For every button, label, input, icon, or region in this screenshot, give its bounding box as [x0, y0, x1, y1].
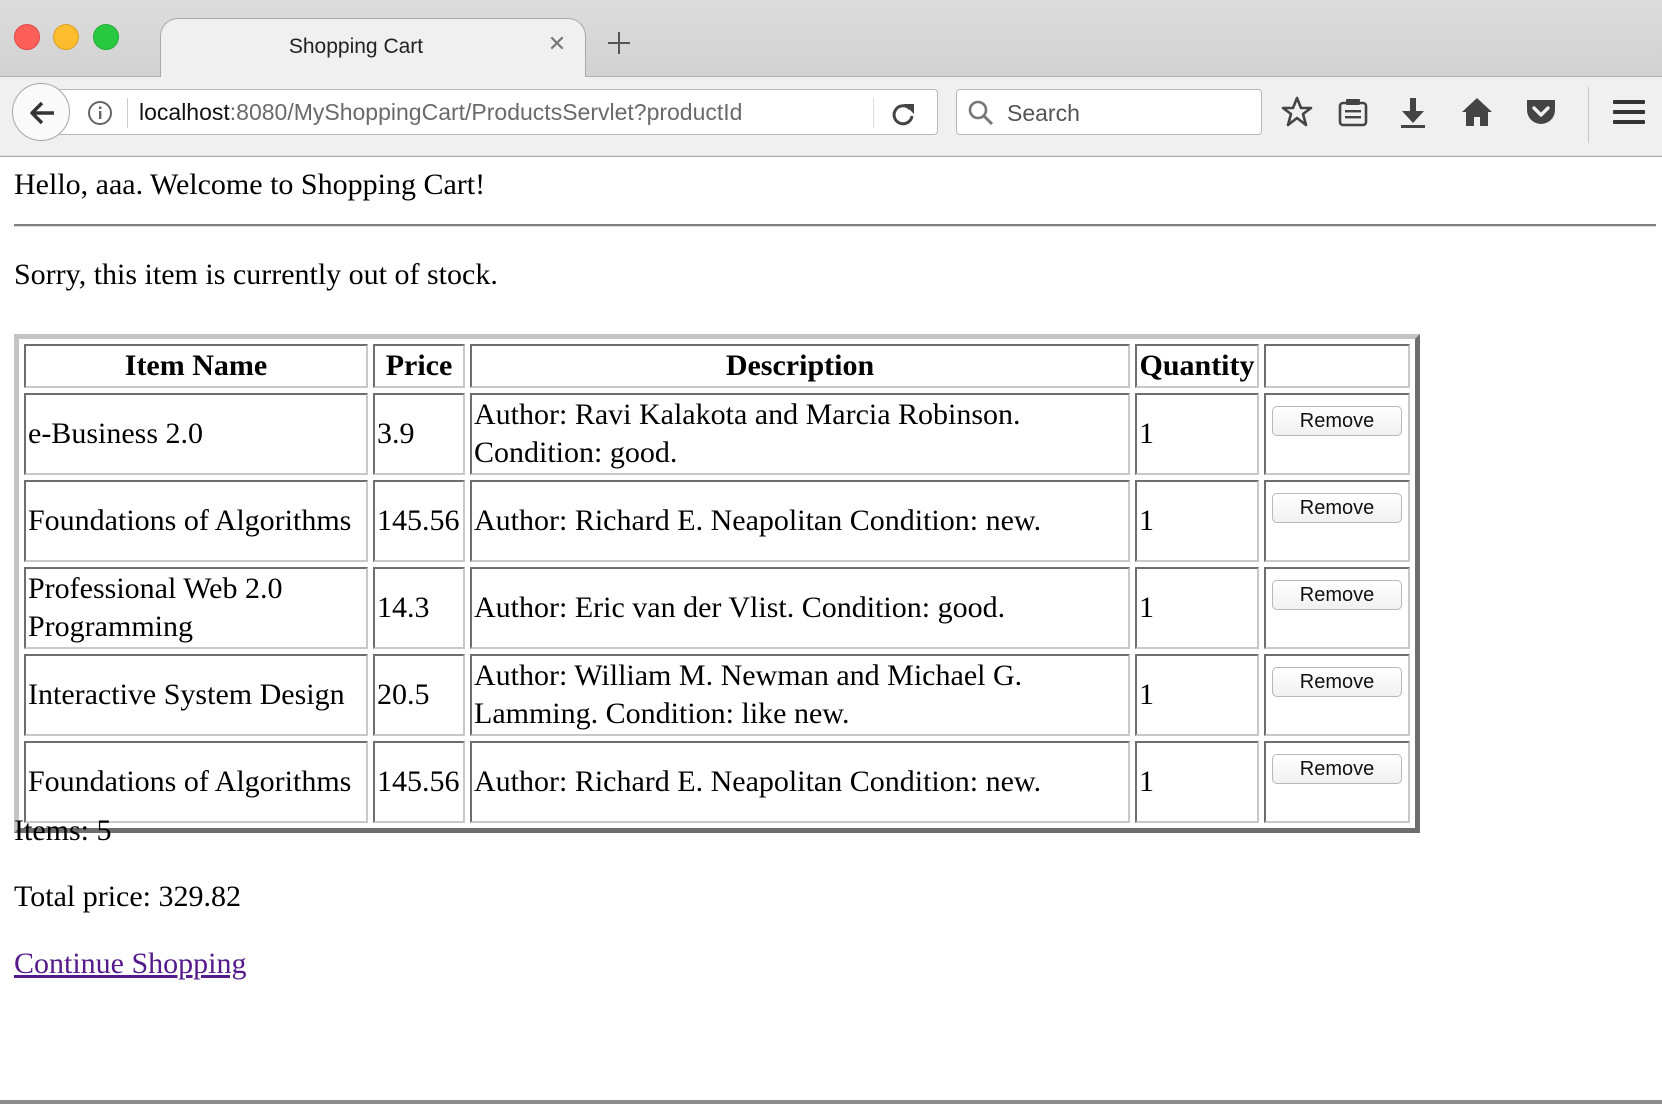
reading-list-icon[interactable]: [1336, 95, 1370, 129]
window-minimize-button[interactable]: [53, 24, 79, 50]
tab-title: Shopping Cart: [288, 35, 424, 58]
cell-price: 20.5: [373, 654, 465, 736]
continue-shopping-link[interactable]: Continue Shopping: [14, 947, 247, 981]
remove-button[interactable]: Remove: [1272, 754, 1402, 784]
cell-quantity: 1: [1135, 567, 1259, 649]
table-row: e-Business 2.0 3.9 Author: Ravi Kalakota…: [24, 393, 1410, 475]
horizontal-rule: [14, 224, 1656, 227]
cell-item-name: Foundations of Algorithms: [24, 741, 368, 823]
remove-button[interactable]: Remove: [1272, 580, 1402, 610]
cell-item-name: Interactive System Design: [24, 654, 368, 736]
table-row: Foundations of Algorithms 145.56 Author:…: [24, 741, 1410, 823]
cell-item-name: e-Business 2.0: [24, 393, 368, 475]
navigation-bar: localhost:8080/MyShoppingCart/ProductsSe…: [0, 77, 1662, 155]
toolbar-divider: [1588, 87, 1589, 143]
header-action: [1264, 344, 1410, 388]
cell-action: Remove: [1264, 654, 1410, 736]
window-bottom-edge: [0, 1100, 1662, 1104]
out-of-stock-message: Sorry, this item is currently out of sto…: [14, 258, 498, 291]
table-row: Professional Web 2.0 Programming 14.3 Au…: [24, 567, 1410, 649]
cell-item-name: Professional Web 2.0 Programming: [24, 567, 368, 649]
window-close-button[interactable]: [14, 24, 40, 50]
cell-price: 145.56: [373, 480, 465, 562]
info-icon[interactable]: [87, 100, 113, 126]
cell-price: 14.3: [373, 567, 465, 649]
cell-price: 145.56: [373, 741, 465, 823]
cell-action: Remove: [1264, 567, 1410, 649]
url-path: :8080/MyShoppingCart/ProductsServlet?pro…: [229, 99, 743, 125]
remove-button[interactable]: Remove: [1272, 667, 1402, 697]
back-arrow-icon: [30, 101, 54, 125]
cart-table: Item Name Price Description Quantity e-B…: [14, 334, 1420, 833]
search-icon: [968, 100, 994, 126]
home-icon[interactable]: [1460, 95, 1494, 129]
bookmark-star-icon[interactable]: [1280, 95, 1314, 129]
tab-strip: Shopping Cart ✕: [0, 0, 1662, 78]
total-price: Total price: 329.82: [14, 880, 242, 913]
cell-description: Author: Ravi Kalakota and Marcia Robinso…: [470, 393, 1130, 475]
tab-shopping-cart[interactable]: Shopping Cart ✕: [160, 18, 586, 78]
cell-description: Author: Richard E. Neapolitan Condition:…: [470, 480, 1130, 562]
cell-price: 3.9: [373, 393, 465, 475]
cell-description: Author: William M. Newman and Michael G.…: [470, 654, 1130, 736]
cell-quantity: 1: [1135, 654, 1259, 736]
close-tab-icon[interactable]: ✕: [545, 33, 569, 57]
new-tab-icon[interactable]: [606, 30, 632, 56]
cell-action: Remove: [1264, 741, 1410, 823]
reload-icon[interactable]: [889, 100, 917, 128]
url-host: localhost: [139, 99, 230, 125]
header-price: Price: [373, 344, 465, 388]
cell-description: Author: Richard E. Neapolitan Condition:…: [470, 741, 1130, 823]
menu-icon[interactable]: [1612, 95, 1646, 129]
remove-button[interactable]: Remove: [1272, 406, 1402, 436]
cell-action: Remove: [1264, 393, 1410, 475]
table-header-row: Item Name Price Description Quantity: [24, 344, 1410, 388]
pocket-icon[interactable]: [1524, 95, 1558, 129]
remove-button[interactable]: Remove: [1272, 493, 1402, 523]
cell-quantity: 1: [1135, 393, 1259, 475]
cell-action: Remove: [1264, 480, 1410, 562]
greeting-text: Hello, aaa. Welcome to Shopping Cart!: [14, 168, 486, 201]
url-text[interactable]: localhost:8080/MyShoppingCart/ProductsSe…: [139, 99, 742, 126]
items-count: Items: 5: [14, 814, 112, 847]
window-zoom-button[interactable]: [93, 24, 119, 50]
cell-description: Author: Eric van der Vlist. Condition: g…: [470, 567, 1130, 649]
cell-quantity: 1: [1135, 741, 1259, 823]
table-row: Interactive System Design 20.5 Author: W…: [24, 654, 1410, 736]
cell-item-name: Foundations of Algorithms: [24, 480, 368, 562]
header-quantity: Quantity: [1135, 344, 1259, 388]
url-divider: [127, 98, 128, 128]
search-bar[interactable]: Search: [956, 89, 1262, 135]
header-item-name: Item Name: [24, 344, 368, 388]
browser-chrome: Shopping Cart ✕ localhost:8080/MyShoppin…: [0, 0, 1662, 157]
back-button[interactable]: [12, 83, 70, 141]
cell-quantity: 1: [1135, 480, 1259, 562]
url-divider-right: [873, 98, 874, 128]
download-icon[interactable]: [1396, 95, 1430, 129]
header-description: Description: [470, 344, 1130, 388]
table-row: Foundations of Algorithms 145.56 Author:…: [24, 480, 1410, 562]
url-bar[interactable]: localhost:8080/MyShoppingCart/ProductsSe…: [56, 89, 938, 135]
search-input-placeholder[interactable]: Search: [1007, 100, 1080, 127]
